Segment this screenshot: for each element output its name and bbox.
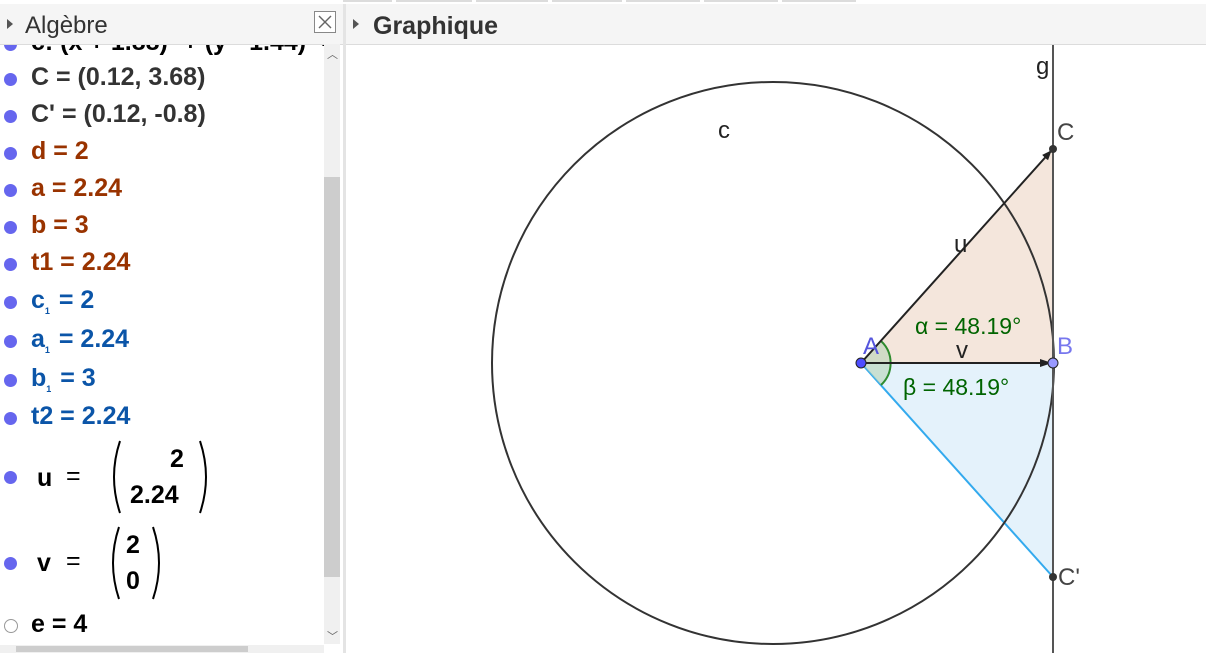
horizontal-scrollbar-thumb[interactable] — [16, 646, 248, 652]
label-beta: β = 48.19° — [903, 374, 1009, 400]
algebra-panel: Algèbre c: (x + 1.88)² + (y - 1.44)² = 2… — [0, 0, 343, 653]
label-g: g — [1036, 53, 1049, 80]
graphics-panel: Graphique g c C u α = 48.19° A v B β = 4… — [346, 4, 1206, 653]
list-item-vector-v[interactable]: v = 2 0 — [0, 523, 324, 603]
algebra-title: Algèbre — [25, 12, 108, 39]
scrollbar-thumb[interactable] — [324, 177, 340, 577]
list-item[interactable]: c1 = 2 — [0, 286, 324, 318]
graphics-header: Graphique — [346, 4, 1206, 45]
label-alpha: α = 48.19° — [915, 313, 1021, 339]
label-point-c-prime: C' — [1058, 564, 1080, 591]
list-item[interactable]: c: (x + 1.88)² + (y - 1.44)² = 20 — [0, 45, 324, 58]
list-item[interactable]: d = 2 — [0, 137, 324, 169]
scroll-up-icon[interactable]: ︿ — [327, 46, 338, 62]
list-item[interactable]: t2 = 2.24 — [0, 402, 324, 434]
close-icon[interactable] — [314, 11, 336, 33]
list-item[interactable]: b = 3 — [0, 211, 324, 243]
point-c-prime[interactable] — [1049, 573, 1057, 581]
list-item[interactable]: b1 = 3 — [0, 364, 324, 396]
label-point-b: B — [1057, 333, 1073, 360]
scroll-down-icon[interactable]: ﹀ — [327, 628, 338, 644]
list-item-hidden[interactable]: e = 4 — [0, 610, 324, 642]
point-c[interactable] — [1049, 145, 1057, 153]
collapse-triangle-icon[interactable] — [7, 19, 13, 29]
algebra-header: Algèbre — [0, 4, 343, 45]
label-point-c: C — [1057, 119, 1074, 146]
label-point-a: A — [863, 333, 879, 360]
list-item[interactable]: a = 2.24 — [0, 174, 324, 206]
list-item[interactable]: C' = (0.12, -0.8) — [0, 100, 324, 132]
graphics-canvas[interactable]: g c C u α = 48.19° A v B β = 48.19° C' — [346, 45, 1206, 653]
list-item[interactable]: C = (0.12, 3.68) — [0, 63, 324, 95]
graphics-title: Graphique — [373, 12, 499, 40]
algebra-list: c: (x + 1.88)² + (y - 1.44)² = 20 C = (0… — [0, 45, 324, 645]
list-item-vector-u[interactable]: u = 2 2.24 — [0, 437, 324, 517]
collapse-triangle-icon[interactable] — [353, 19, 359, 29]
label-v: v — [956, 337, 968, 364]
label-c: c — [718, 117, 730, 144]
label-u: u — [954, 231, 967, 258]
list-item[interactable]: a1 = 2.24 — [0, 325, 324, 357]
list-item[interactable]: t1 = 2.24 — [0, 248, 324, 280]
